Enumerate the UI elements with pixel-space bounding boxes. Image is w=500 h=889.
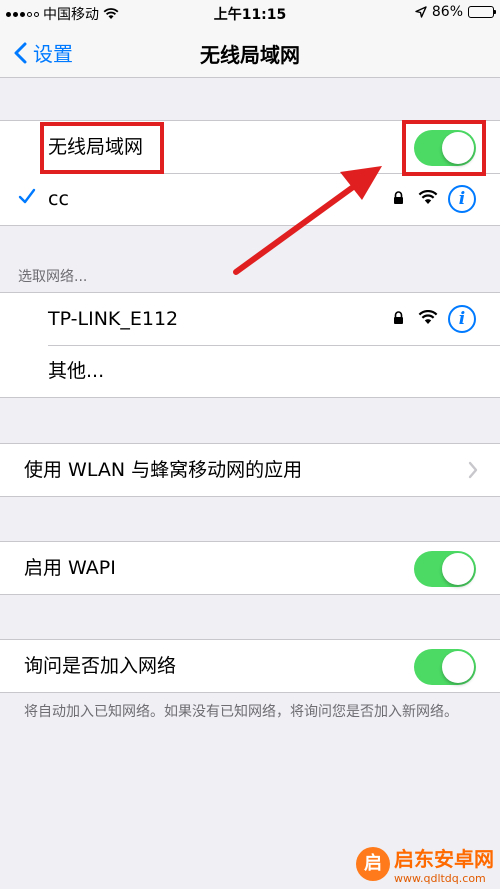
watermark: 启 启东安卓网 www.qdltdq.com [356,843,494,885]
watermark-text: 启东安卓网 www.qdltdq.com [394,843,494,885]
watermark-title: 启东安卓网 [394,847,494,871]
watermark-url: www.qdltdq.com [394,872,486,885]
annotation-arrow [233,166,382,275]
watermark-logo-icon: 启 [356,847,390,881]
